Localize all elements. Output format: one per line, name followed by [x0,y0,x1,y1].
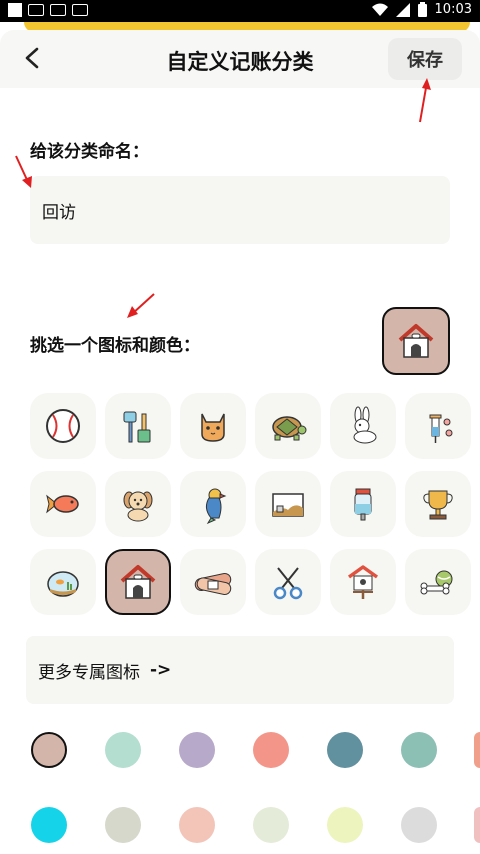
notification-icon [8,3,22,17]
baseball-icon [46,409,80,443]
annotation-arrow [127,293,155,318]
icon-option-scissors[interactable] [255,549,321,615]
icon-option-water-bottle[interactable] [330,471,396,537]
syringe-icon [429,414,453,443]
icon-option-cleaning-tools[interactable] [105,393,171,459]
status-bar: 10:03 [0,0,480,22]
color-swatch[interactable] [105,807,141,843]
wifi-icon [371,3,388,16]
color-swatch[interactable] [31,807,67,843]
icon-option-syringe[interactable] [405,393,471,459]
color-swatch[interactable] [253,807,289,843]
cleaning-tools-icon [123,411,151,443]
color-swatch[interactable] [31,732,67,768]
color-swatch[interactable] [327,807,363,843]
icon-option-puppy[interactable] [105,471,171,537]
dog-house-icon [398,324,434,358]
icon-option-goldfish[interactable] [30,471,96,537]
color-swatch[interactable] [253,732,289,768]
app-badge-icon [28,4,44,16]
status-left [8,3,88,17]
signal-icon [395,2,410,17]
more-icons-label: 更多专属图标 [38,662,140,683]
bandage-icon [194,573,232,595]
color-swatch[interactable] [179,807,215,843]
icon-option-trophy[interactable] [405,471,471,537]
scissors-icon [273,567,303,600]
tortoise-icon [272,416,307,441]
color-swatch[interactable] [401,807,437,843]
more-icons-arrow: -> [150,660,172,680]
annotation-arrow [419,78,431,123]
icon-option-fish-tank[interactable] [30,549,96,615]
cat-icon [201,413,225,442]
icon-option-tortoise[interactable] [255,393,321,459]
icon-option-rabbit[interactable] [330,393,396,459]
bone-ball-icon [420,570,453,595]
icon-option-cat[interactable] [180,393,246,459]
color-swatch[interactable] [327,732,363,768]
battery-icon [417,2,427,17]
category-name-input[interactable]: 回访 [30,176,450,244]
save-button[interactable]: 保存 [388,38,462,80]
fish-tank-icon [47,571,79,597]
puppy-icon [123,491,153,522]
color-swatch[interactable] [105,732,141,768]
bird-house-icon [347,565,379,599]
color-swatch[interactable] [474,732,480,768]
app-badge-icon [72,4,88,16]
rabbit-icon [353,406,377,444]
more-icons-button[interactable]: 更多专属图标 -> [26,636,454,704]
selected-icon-preview [382,307,450,375]
aquarium-landscape-icon [272,493,304,517]
header-bar: 自定义记账分类 保存 [0,30,480,88]
parrot-icon [205,488,227,524]
water-bottle-icon [354,488,372,521]
icon-option-bone-ball[interactable] [405,549,471,615]
icon-option-bandage[interactable] [180,549,246,615]
annotation-arrow [15,155,32,188]
color-swatch[interactable] [474,807,480,843]
dog-house-icon [120,565,156,599]
icon-option-bird-house[interactable] [330,549,396,615]
color-swatch[interactable] [401,732,437,768]
goldfish-icon [46,494,79,514]
app-badge-icon [50,4,66,16]
icon-option-baseball[interactable] [30,393,96,459]
category-name-label: 给该分类命名： [30,142,149,162]
icon-option-aquarium-landscape[interactable] [255,471,321,537]
status-time: 10:03 [434,2,472,17]
icon-option-parrot[interactable] [180,471,246,537]
icon-color-label: 挑选一个图标和颜色： [30,336,200,356]
color-swatch[interactable] [179,732,215,768]
status-right: 10:03 [371,2,472,17]
trophy-icon [423,490,453,520]
icon-option-dog-house[interactable] [105,549,171,615]
